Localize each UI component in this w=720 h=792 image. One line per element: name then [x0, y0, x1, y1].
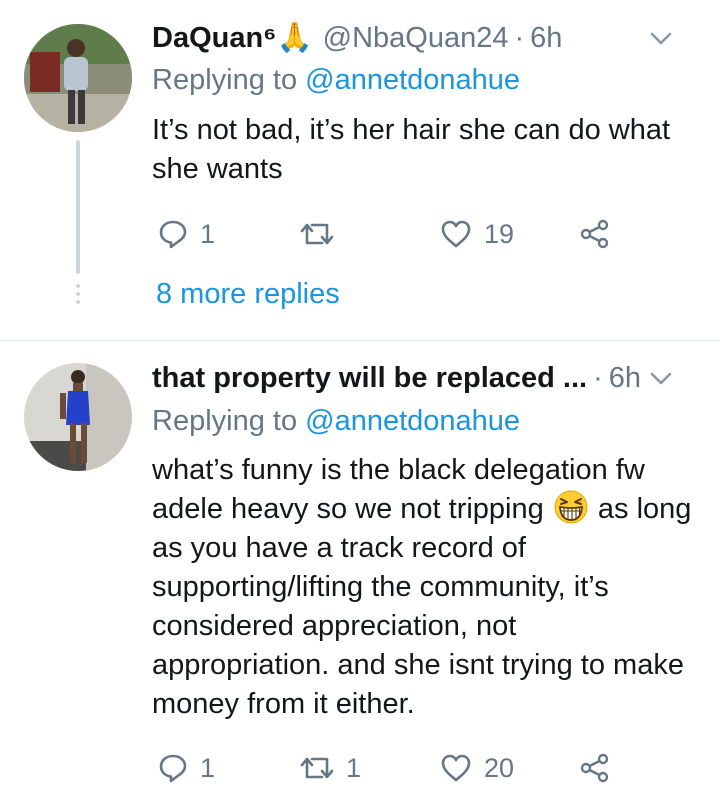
- share-icon: [580, 219, 609, 249]
- avatar[interactable]: [24, 24, 132, 132]
- reply-icon: [159, 754, 187, 783]
- avatar[interactable]: [24, 363, 132, 471]
- chevron-down-icon[interactable]: [650, 372, 672, 386]
- reply-count: 1: [200, 218, 216, 249]
- share-button[interactable]: [580, 748, 610, 788]
- more-replies-link[interactable]: 8 more replies: [156, 278, 340, 311]
- tweet-text-part-2: as long as you have a track record of su…: [152, 493, 692, 720]
- like-count: 19: [484, 218, 515, 249]
- like-icon: [441, 220, 471, 248]
- tweet-1-header: DaQuan⁶🙏 @NbaQuan24 · 6h: [152, 18, 700, 58]
- share-icon: [580, 753, 609, 783]
- replying-to-mention[interactable]: @annetdonahue: [305, 405, 520, 437]
- tweet-2-header: that property will be replaced ... · 6h: [152, 358, 700, 398]
- reply-button[interactable]: 1: [158, 748, 215, 788]
- user-handle[interactable]: @NbaQuan24: [323, 22, 509, 55]
- like-button[interactable]: 20: [440, 748, 514, 788]
- timestamp[interactable]: 6h: [609, 362, 641, 395]
- display-name[interactable]: that property will be replaced ...: [152, 362, 587, 395]
- timestamp[interactable]: 6h: [530, 22, 562, 55]
- thread-dots: [76, 284, 80, 308]
- retweet-button[interactable]: [300, 214, 346, 254]
- retweet-icon: [300, 757, 334, 779]
- display-name[interactable]: DaQuan⁶🙏: [152, 21, 313, 55]
- retweet-button[interactable]: 1: [300, 748, 361, 788]
- reply-count: 1: [200, 752, 216, 783]
- tweet-text: what’s funny is the black delegation fw …: [152, 451, 692, 724]
- time-separator: ·: [514, 21, 525, 54]
- replying-to-mention[interactable]: @annetdonahue: [305, 64, 520, 96]
- reply-button[interactable]: 1: [158, 214, 215, 254]
- time-separator: ·: [593, 361, 603, 394]
- replying-to: Replying to @annetdonahue: [152, 405, 520, 438]
- replying-to-label: Replying to: [152, 405, 298, 437]
- tweet-actions: 1 1 20: [152, 748, 622, 788]
- like-icon: [441, 754, 471, 782]
- thread-line: [76, 140, 80, 274]
- like-count: 20: [484, 752, 515, 783]
- tweet-text: It’s not bad, it’s her hair she can do w…: [152, 114, 671, 185]
- share-button[interactable]: [580, 214, 610, 254]
- retweet-icon: [300, 223, 334, 245]
- reply-icon: [159, 220, 187, 249]
- chevron-down-icon[interactable]: [650, 32, 672, 46]
- retweet-count: 1: [346, 752, 362, 783]
- replying-to-label: Replying to: [152, 64, 298, 96]
- like-button[interactable]: 19: [440, 214, 514, 254]
- grinning-squinting-face-icon: [554, 490, 588, 524]
- tweet-actions: 1 19: [152, 214, 622, 254]
- replying-to: Replying to @annetdonahue: [152, 64, 520, 97]
